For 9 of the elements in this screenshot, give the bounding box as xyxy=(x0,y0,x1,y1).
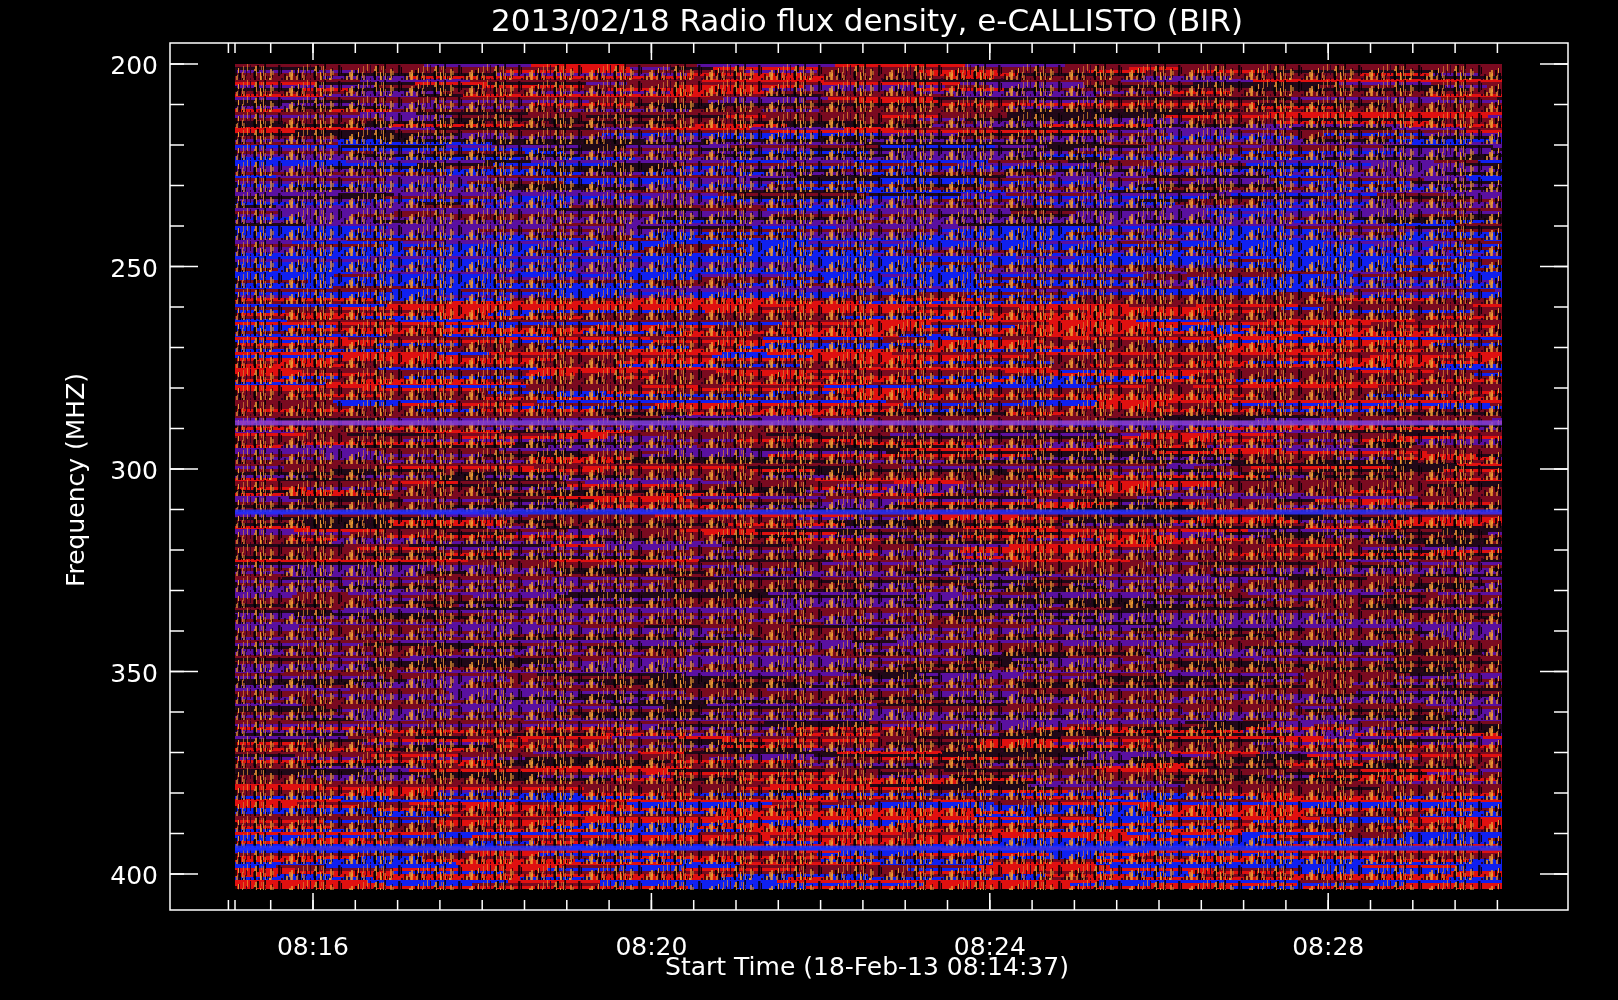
axis-tick-label: 08:16 xyxy=(277,932,349,961)
axis-tick-label: 300 xyxy=(110,456,158,485)
axis-title: Frequency (MHZ) xyxy=(61,372,90,588)
axis-tick-label: 350 xyxy=(110,658,158,688)
axis-tick-label: 400 xyxy=(110,861,158,890)
axis-tick-label: 200 xyxy=(110,51,158,80)
axis-tick-label: 250 xyxy=(110,253,158,283)
chart-title: 2013/02/18 Radio flux density, e-CALLISTO (BIR) xyxy=(491,2,1243,38)
axis-tick-label: 08:28 xyxy=(1292,932,1365,961)
